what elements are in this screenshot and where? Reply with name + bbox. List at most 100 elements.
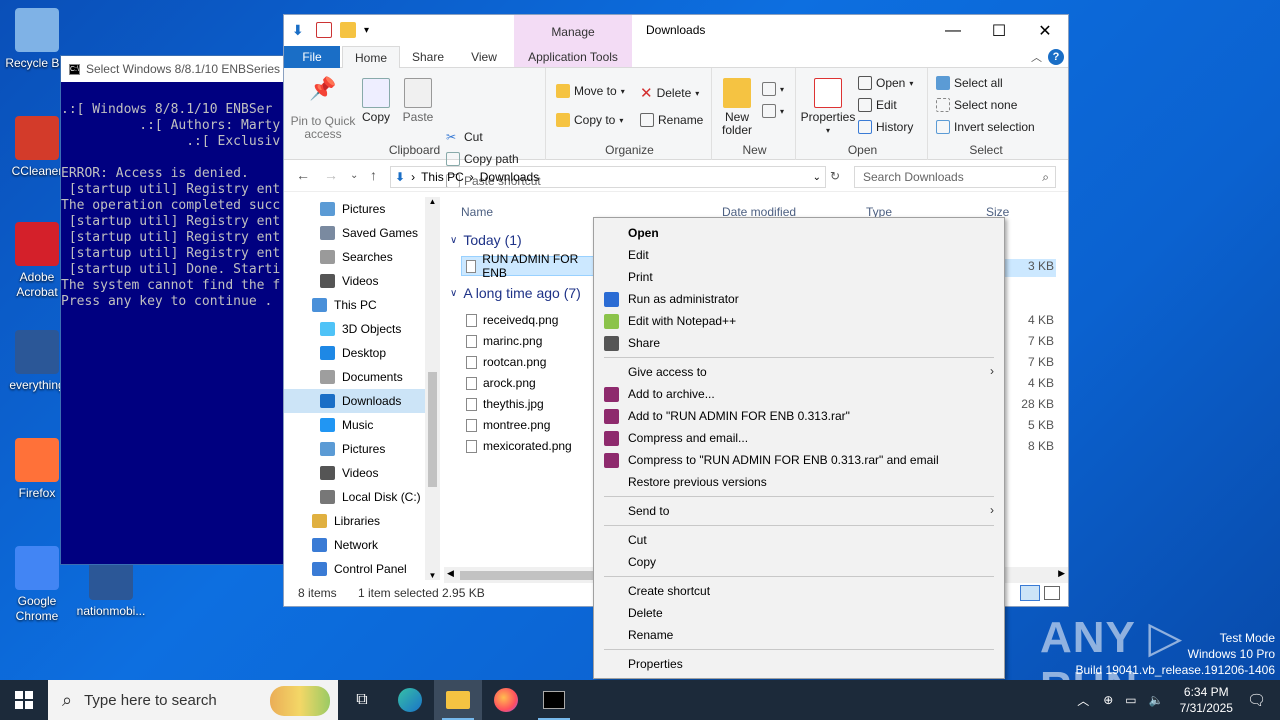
nav-item[interactable]: Local Disk (C:) xyxy=(284,485,440,509)
group-today[interactable]: ∨ Today (1) xyxy=(450,232,522,248)
task-view-button[interactable]: ⧉ xyxy=(338,680,386,720)
nav-item[interactable]: Documents xyxy=(284,365,440,389)
context-menu-item[interactable]: Share xyxy=(594,332,1004,354)
nav-item[interactable]: Pictures xyxy=(284,437,440,461)
tab-share[interactable]: Share xyxy=(404,46,452,68)
details-view-icon[interactable] xyxy=(1020,585,1040,601)
invert-selection-button[interactable]: Invert selection xyxy=(936,120,1035,134)
context-menu-item[interactable]: Create shortcut xyxy=(594,580,1004,602)
context-menu-item[interactable]: Print xyxy=(594,266,1004,288)
cmd-taskbar-button[interactable] xyxy=(530,680,578,720)
open-button[interactable]: Open ▾ xyxy=(858,76,913,90)
manage-label[interactable]: Manage xyxy=(514,25,632,39)
nav-scrollbar[interactable]: ▲ ▼ xyxy=(425,197,440,580)
recent-locations-icon[interactable]: ⌄ xyxy=(350,170,358,181)
horizontal-scroll-thumb[interactable] xyxy=(460,571,600,580)
context-menu-item[interactable]: Edit with Notepad++ xyxy=(594,310,1004,332)
nav-item[interactable]: Desktop xyxy=(284,341,440,365)
file-row[interactable]: theythis.jpg xyxy=(466,394,544,414)
breadcrumb-this-pc[interactable]: This PC xyxy=(421,170,464,184)
usb-device-icon[interactable]: ⊕ xyxy=(1103,693,1113,707)
console-window[interactable]: C:\ Select Windows 8/8.1/10 ENBSeries 0 … xyxy=(60,55,290,565)
large-icons-view-icon[interactable] xyxy=(1044,586,1060,600)
scroll-up-arrow-icon[interactable]: ▲ xyxy=(425,197,440,206)
cut-button[interactable]: ✂ Cut xyxy=(446,130,483,144)
collapse-ribbon-icon[interactable]: ︿ xyxy=(1031,49,1042,65)
new-folder-button[interactable]: New folder xyxy=(718,78,756,137)
firefox-taskbar-button[interactable] xyxy=(482,680,530,720)
network-icon[interactable]: ▭ xyxy=(1125,693,1136,707)
context-menu-item[interactable]: Delete xyxy=(594,602,1004,624)
refresh-icon[interactable]: ↻ xyxy=(830,169,840,183)
select-none-button[interactable]: Select none xyxy=(936,98,1017,112)
history-button[interactable]: History xyxy=(858,120,913,134)
properties-check-icon[interactable] xyxy=(316,22,332,38)
context-menu-item[interactable]: Add to "RUN ADMIN FOR ENB 0.313.rar" xyxy=(594,405,1004,427)
address-dropdown-icon[interactable]: ⌄ xyxy=(813,172,821,183)
forward-arrow-icon[interactable]: → xyxy=(324,167,338,183)
volume-icon[interactable]: 🔈 xyxy=(1149,693,1164,707)
tab-application-tools[interactable]: Application Tools xyxy=(514,46,632,68)
context-menu-item[interactable]: Send to › xyxy=(594,500,1004,522)
console-titlebar[interactable]: C:\ Select Windows 8/8.1/10 ENBSeries 0 xyxy=(61,56,289,82)
context-menu-item[interactable]: Compress to "RUN ADMIN FOR ENB 0.313.rar… xyxy=(594,449,1004,471)
tab-home[interactable]: Home xyxy=(342,46,400,69)
properties-button[interactable]: Properties ▾ xyxy=(800,78,856,137)
nav-item[interactable]: Libraries xyxy=(284,509,440,533)
move-to-button[interactable]: Move to ▾ xyxy=(556,84,625,98)
search-input[interactable]: Search Downloads ⌕ xyxy=(854,166,1056,188)
clock[interactable]: 6:34 PM 7/31/2025 xyxy=(1180,684,1233,716)
context-menu-item[interactable]: Restore previous versions xyxy=(594,471,1004,493)
up-arrow-icon[interactable]: ↑ xyxy=(370,167,377,183)
easy-access-button[interactable]: ▾ xyxy=(762,104,784,118)
paste-button[interactable]: Paste xyxy=(400,78,436,124)
file-row[interactable]: montree.png xyxy=(466,415,550,435)
nav-item[interactable]: Saved Games xyxy=(284,221,440,245)
context-menu-item[interactable]: Give access to › xyxy=(594,361,1004,383)
nav-item[interactable]: Videos xyxy=(284,461,440,485)
context-menu-item[interactable]: Compress and email... xyxy=(594,427,1004,449)
tray-overflow-icon[interactable]: ︿ xyxy=(1077,692,1089,709)
start-button[interactable] xyxy=(0,680,48,720)
download-folder-icon[interactable]: ⬇ xyxy=(292,22,308,38)
qat-dropdown-icon[interactable]: ▾ xyxy=(364,25,369,36)
nav-item[interactable]: 3D Objects xyxy=(284,317,440,341)
nav-item[interactable]: This PC xyxy=(284,293,440,317)
group-long-ago[interactable]: ∨ A long time ago (7) xyxy=(450,285,581,301)
edit-button[interactable]: Edit xyxy=(858,98,897,112)
context-menu-item[interactable]: Copy xyxy=(594,551,1004,573)
nav-item[interactable]: Pictures xyxy=(284,197,440,221)
new-folder-icon[interactable] xyxy=(340,22,356,38)
close-button[interactable]: ✕ xyxy=(1022,15,1068,46)
scroll-left-arrow-icon[interactable]: ◀ xyxy=(447,568,454,579)
new-item-button[interactable]: ▾ xyxy=(762,82,784,96)
maximize-button[interactable]: ☐ xyxy=(976,15,1022,46)
context-menu-item[interactable]: Run as administrator xyxy=(594,288,1004,310)
file-row[interactable]: arock.png xyxy=(466,373,536,393)
explorer-taskbar-button[interactable] xyxy=(434,680,482,720)
context-menu-item[interactable]: Cut xyxy=(594,529,1004,551)
notification-icon[interactable]: 🗨 xyxy=(1247,691,1266,709)
context-menu-item[interactable]: Properties xyxy=(594,653,1004,675)
copy-big-button[interactable]: Copy xyxy=(358,78,394,124)
tab-file[interactable]: File xyxy=(284,46,340,68)
select-all-button[interactable]: Select all xyxy=(936,76,1003,90)
nav-item[interactable]: Searches xyxy=(284,245,440,269)
tab-view[interactable]: View xyxy=(456,46,512,68)
rename-button[interactable]: Rename xyxy=(640,113,703,127)
nav-item[interactable]: Downloads xyxy=(284,389,440,413)
edge-taskbar-button[interactable] xyxy=(386,680,434,720)
scroll-right-arrow-icon[interactable]: ▶ xyxy=(1058,568,1065,579)
breadcrumb-downloads[interactable]: Downloads xyxy=(480,170,539,184)
nav-item[interactable]: Videos xyxy=(284,269,440,293)
copy-to-button[interactable]: Copy to ▾ xyxy=(556,113,623,127)
delete-button[interactable]: ✕ Delete ▾ xyxy=(640,84,699,102)
context-menu-item[interactable]: Open xyxy=(594,222,1004,244)
context-menu-item[interactable]: Add to archive... xyxy=(594,383,1004,405)
selected-file-row[interactable]: RUN ADMIN FOR ENB xyxy=(461,252,601,280)
taskbar-search-box[interactable]: ⌕ Type here to search xyxy=(48,680,338,720)
nav-item[interactable]: Music xyxy=(284,413,440,437)
scroll-down-arrow-icon[interactable]: ▼ xyxy=(425,571,440,580)
column-name[interactable]: Name xyxy=(461,205,493,219)
back-arrow-icon[interactable]: ← xyxy=(296,167,310,183)
